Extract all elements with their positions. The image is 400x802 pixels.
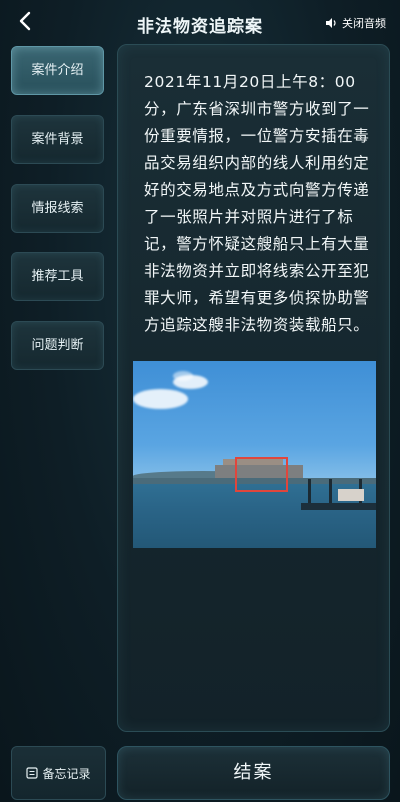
audio-toggle[interactable]: 关闭音频 <box>325 15 386 31</box>
close-case-label: 结案 <box>233 762 274 783</box>
photo-cloud <box>133 389 188 409</box>
memo-icon <box>26 767 39 779</box>
sidebar-item-case-background[interactable]: 案件背景 <box>11 115 104 164</box>
audio-label: 关闭音频 <box>342 17 386 30</box>
sidebar-item-label: 案件背景 <box>31 132 84 147</box>
close-case-button[interactable]: 结案 <box>117 746 390 800</box>
sidebar-item-case-intro[interactable]: 案件介绍 <box>11 46 104 95</box>
header-bar: 非法物资追踪案 关闭音频 <box>0 0 400 46</box>
sidebar-item-label: 推荐工具 <box>31 269 84 284</box>
sidebar-item-question-judgment[interactable]: 问题判断 <box>11 321 104 370</box>
sidebar-item-label: 问题判断 <box>31 338 84 353</box>
sidebar-item-intel-clues[interactable]: 情报线索 <box>11 184 104 233</box>
speaker-icon <box>326 18 336 28</box>
memo-label: 备忘记录 <box>42 766 91 781</box>
content-panel[interactable]: 2021年11月20日上午8：00分，广东省深圳市警方收到了一份重要情报，一位警… <box>117 44 390 732</box>
sidebar-item-label: 案件介绍 <box>31 63 84 78</box>
photo-boat <box>338 489 364 501</box>
sidebar-item-recommended-tools[interactable]: 推荐工具 <box>11 252 104 301</box>
photo-pier <box>301 503 376 510</box>
sidebar-item-label: 情报线索 <box>31 201 84 216</box>
case-description: 2021年11月20日上午8：00分，广东省深圳市警方收到了一份重要情报，一位警… <box>144 73 370 334</box>
evidence-photo[interactable] <box>133 361 376 548</box>
memo-button[interactable]: 备忘记录 <box>11 746 106 800</box>
ship-marker <box>235 457 288 492</box>
photo-cloud <box>173 371 193 381</box>
